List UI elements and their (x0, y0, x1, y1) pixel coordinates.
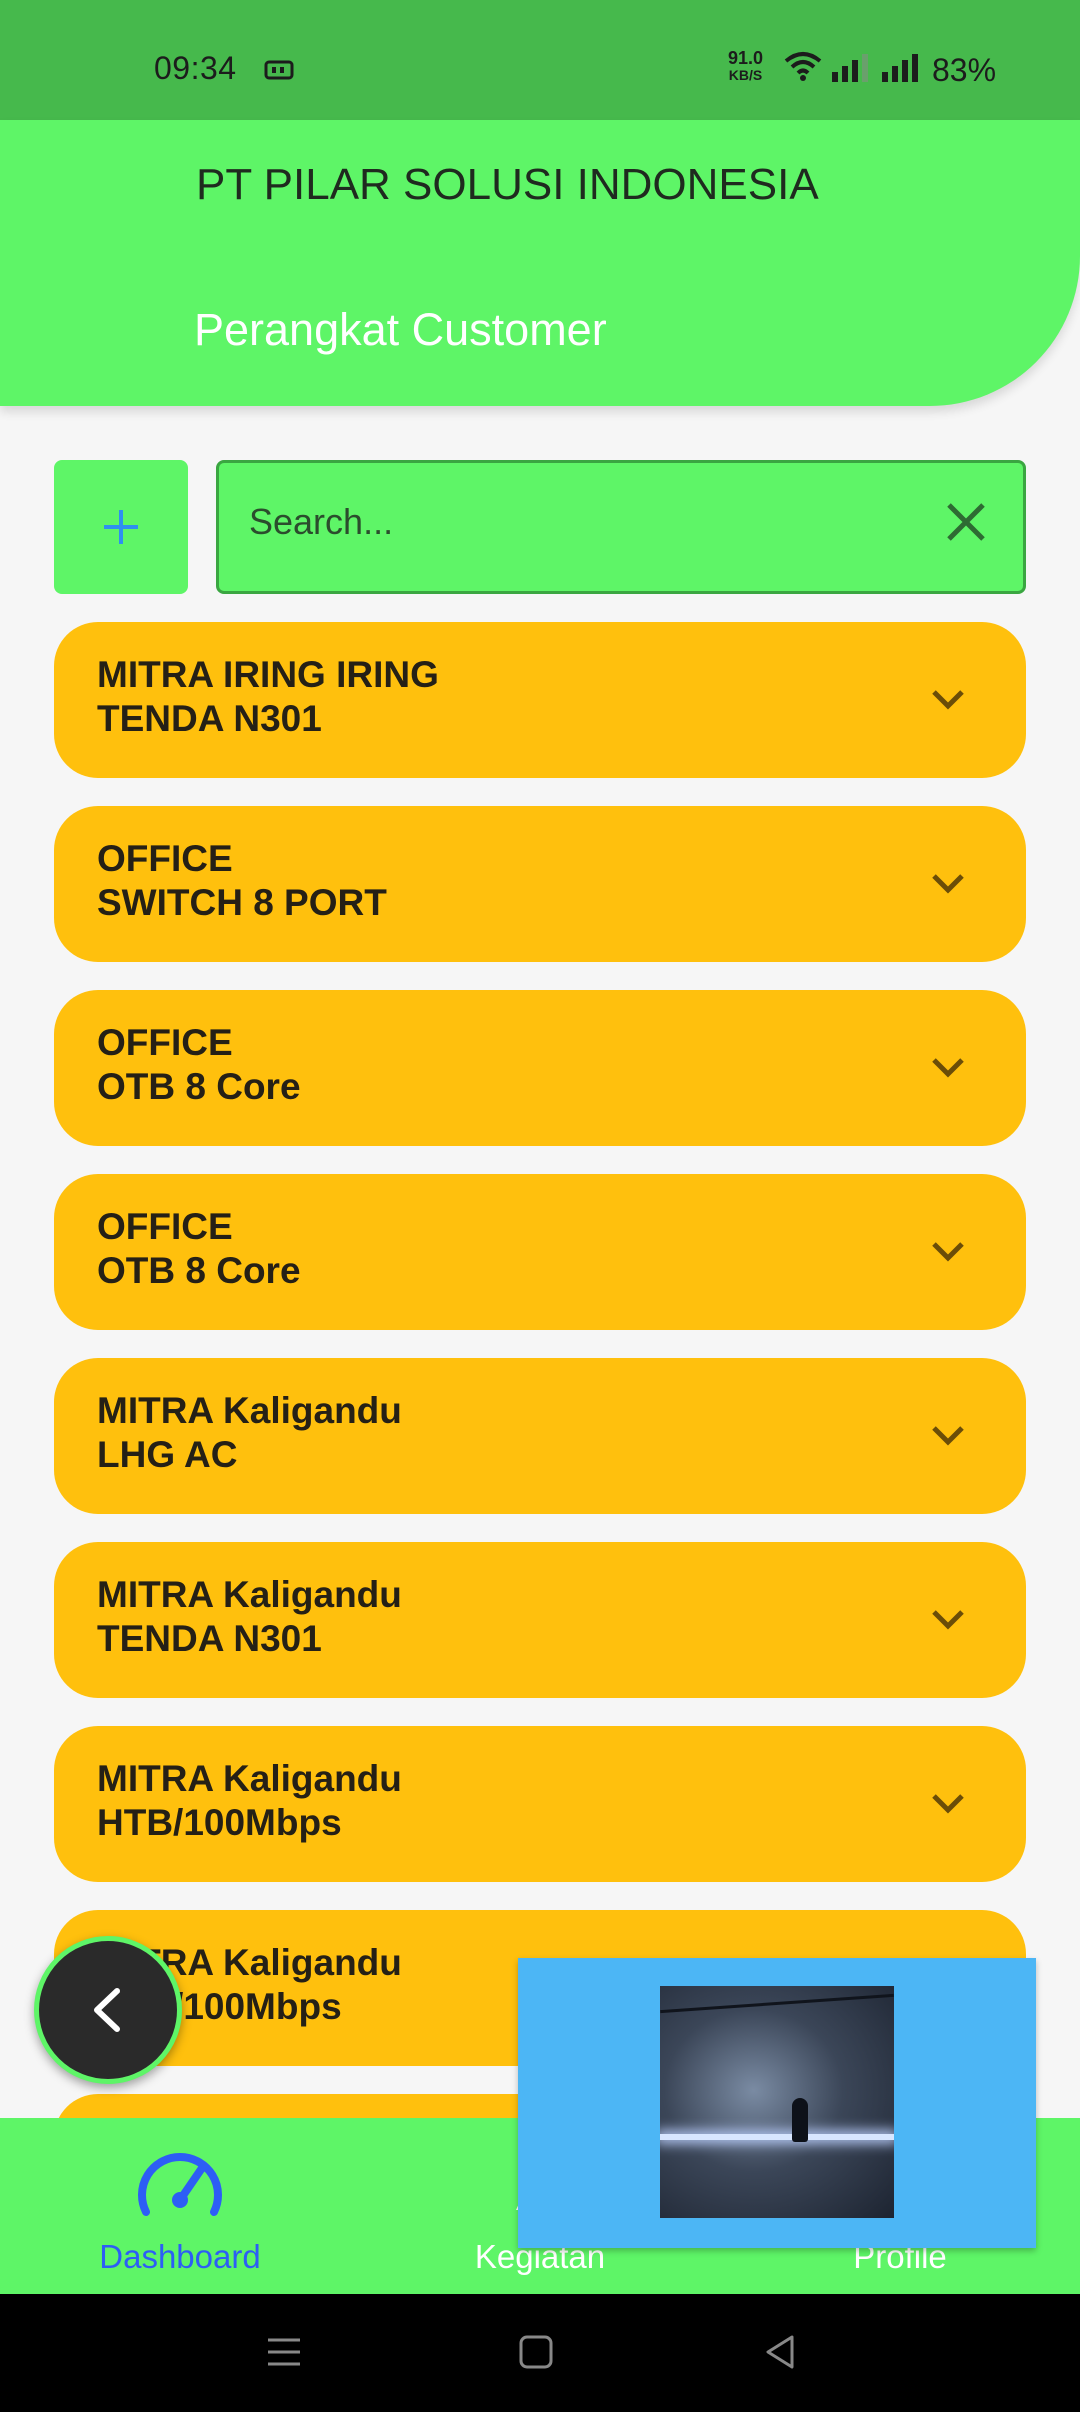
system-nav-bar (0, 2294, 1080, 2412)
signal-icon-2 (882, 54, 918, 82)
plus-icon (104, 510, 138, 544)
item-device: OTB 8 Core (97, 1250, 301, 1291)
item-location: MITRA Kaligandu (97, 1390, 402, 1431)
list-item[interactable]: OFFICE OTB 8 Core (54, 1174, 1026, 1330)
list-item[interactable]: OFFICE SWITCH 8 PORT (54, 806, 1026, 962)
search-input[interactable]: Search... (216, 460, 1026, 594)
video-figure (792, 2098, 808, 2142)
list-item[interactable]: MITRA Kaligandu TENDA N301 (54, 1542, 1026, 1698)
search-placeholder: Search... (249, 501, 394, 542)
net-speed-value: 91.0 (728, 48, 764, 68)
status-bar: 09:34 91.0 KB/S 83% (0, 0, 1080, 120)
chevron-down-icon[interactable] (930, 1422, 966, 1448)
status-time: 09:34 (154, 50, 237, 86)
item-location: MITRA IRING IRING (97, 654, 439, 695)
chevron-down-icon[interactable] (930, 870, 966, 896)
wifi-icon (784, 52, 822, 81)
item-device: TENDA N301 (97, 1618, 322, 1659)
nav-dashboard[interactable]: Dashboard (0, 2118, 360, 2294)
list-item[interactable]: MITRA Kaligandu HTB/100Mbps (54, 1726, 1026, 1882)
chevron-down-icon[interactable] (930, 686, 966, 712)
back-nav-icon[interactable] (760, 2332, 800, 2372)
close-icon[interactable] (945, 501, 987, 543)
company-name: PT PILAR SOLUSI INDONESIA (196, 160, 819, 209)
item-location: OFFICE (97, 1022, 233, 1063)
list-item[interactable]: OFFICE OTB 8 Core (54, 990, 1026, 1146)
speedometer-icon (138, 2153, 222, 2216)
list-item[interactable]: MITRA Kaligandu LHG AC (54, 1358, 1026, 1514)
chevron-down-icon[interactable] (930, 1238, 966, 1264)
item-location: MITRA Kaligandu (97, 1758, 402, 1799)
list-item[interactable]: MITRA IRING IRING TENDA N301 (54, 622, 1026, 778)
item-device: HTB/100Mbps (97, 1802, 342, 1843)
back-button[interactable] (34, 1936, 182, 2084)
signal-icon-1 (832, 54, 868, 82)
chevron-down-icon[interactable] (930, 1606, 966, 1632)
battery-level: 83% (932, 52, 997, 88)
item-location: OFFICE (97, 838, 233, 879)
item-device: TENDA N301 (97, 698, 322, 739)
nav-label: Dashboard (99, 2238, 261, 2275)
video-rail (660, 1993, 894, 2014)
item-location: MITRA Kaligandu (97, 1574, 402, 1615)
item-location: OFFICE (97, 1206, 233, 1247)
notification-icon (264, 60, 294, 80)
page-title: Perangkat Customer (194, 304, 607, 355)
chevron-down-icon[interactable] (930, 1790, 966, 1816)
menu-icon[interactable] (264, 2332, 304, 2372)
chevron-down-icon[interactable] (930, 1054, 966, 1080)
pip-video-overlay[interactable] (518, 1958, 1036, 2248)
net-speed: 91.0 KB/S (728, 48, 764, 84)
item-device: LHG AC (97, 1434, 238, 1475)
item-device: SWITCH 8 PORT (97, 882, 387, 923)
video-thumbnail (660, 1986, 894, 2218)
video-light-beam (660, 2134, 894, 2140)
net-speed-unit: KB/S (728, 67, 763, 83)
device-list: MITRA IRING IRING TENDA N301 OFFICE SWIT… (54, 622, 1026, 2118)
item-device: OTB 8 Core (97, 1066, 301, 1107)
home-icon[interactable] (516, 2332, 556, 2372)
chevron-left-icon (94, 1988, 120, 2032)
add-device-button[interactable] (54, 460, 188, 594)
